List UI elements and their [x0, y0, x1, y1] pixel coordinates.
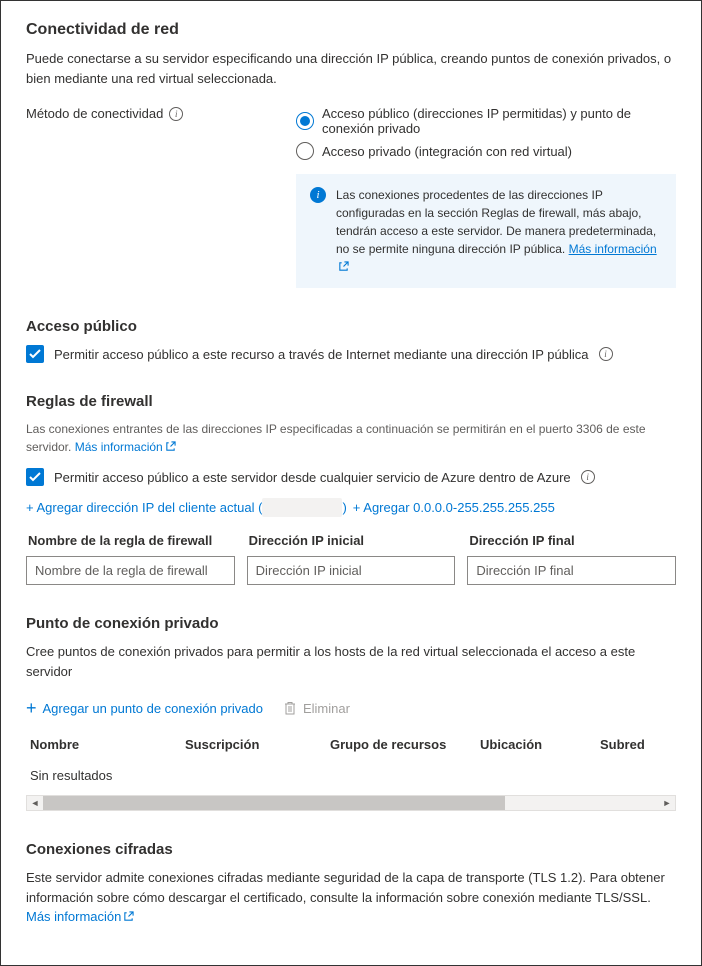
- add-all-ips-link[interactable]: + Agregar 0.0.0.0-255.255.255.255: [353, 500, 555, 515]
- col-subnet: Subred: [600, 737, 672, 752]
- col-name: Nombre: [30, 737, 185, 752]
- check-icon: [29, 348, 41, 360]
- private-endpoint-empty-row: Sin resultados: [26, 760, 676, 791]
- radio-label: Acceso privado (integración con red virt…: [322, 144, 572, 159]
- radio-public-access[interactable]: Acceso público (direcciones IP permitida…: [296, 106, 676, 136]
- scroll-thumb[interactable]: [43, 796, 505, 810]
- encrypted-more-link[interactable]: Más información: [26, 909, 134, 924]
- scroll-track[interactable]: [43, 796, 659, 810]
- horizontal-scrollbar[interactable]: ◄ ►: [26, 795, 676, 811]
- info-icon[interactable]: i: [581, 470, 595, 484]
- add-private-endpoint-button[interactable]: + Agregar un punto de conexión privado: [26, 699, 263, 717]
- scroll-right-arrow[interactable]: ►: [659, 796, 675, 810]
- button-label: Agregar un punto de conexión privado: [43, 701, 263, 716]
- firewall-start-ip-input[interactable]: [247, 556, 456, 585]
- section-title-private-endpoint: Punto de conexión privado: [26, 615, 676, 632]
- radio-icon: [296, 112, 314, 130]
- firewall-description: Las conexiones entrantes de las direccio…: [26, 420, 676, 456]
- info-icon[interactable]: i: [599, 347, 613, 361]
- info-icon: i: [310, 187, 326, 203]
- checkbox-azure-services[interactable]: [26, 468, 44, 486]
- firewall-col-end: Dirección IP final: [467, 533, 676, 548]
- external-link-icon: [123, 908, 134, 919]
- add-client-ip-link[interactable]: + Agregar dirección IP del cliente actua…: [26, 500, 347, 515]
- section-title-firewall: Reglas de firewall: [26, 393, 676, 410]
- firewall-more-link[interactable]: Más información: [75, 440, 176, 454]
- firewall-col-name: Nombre de la regla de firewall: [26, 533, 235, 548]
- private-endpoint-description: Cree puntos de conexión privados para pe…: [26, 642, 676, 681]
- plus-icon: +: [26, 699, 37, 717]
- section-title-public-access: Acceso público: [26, 318, 676, 335]
- trash-icon: [283, 701, 297, 715]
- checkbox-label: Permitir acceso público a este servidor …: [54, 470, 571, 485]
- button-label: Eliminar: [303, 701, 350, 716]
- checkbox-public-access[interactable]: [26, 345, 44, 363]
- connectivity-description: Puede conectarse a su servidor especific…: [26, 49, 676, 88]
- section-title-connectivity: Conectividad de red: [26, 21, 676, 39]
- col-resource-group: Grupo de recursos: [330, 737, 480, 752]
- section-title-encrypted: Conexiones cifradas: [26, 841, 676, 858]
- checkbox-label: Permitir acceso público a este recurso a…: [54, 347, 589, 362]
- firewall-end-ip-input[interactable]: [467, 556, 676, 585]
- firewall-col-start: Dirección IP inicial: [247, 533, 456, 548]
- radio-private-access[interactable]: Acceso privado (integración con red virt…: [296, 142, 676, 160]
- scroll-left-arrow[interactable]: ◄: [27, 796, 43, 810]
- col-subscription: Suscripción: [185, 737, 330, 752]
- col-location: Ubicación: [480, 737, 600, 752]
- radio-icon: [296, 142, 314, 160]
- info-icon[interactable]: i: [169, 107, 183, 121]
- firewall-rule-name-input[interactable]: [26, 556, 235, 585]
- radio-label: Acceso público (direcciones IP permitida…: [322, 106, 676, 136]
- external-link-icon: [165, 439, 176, 450]
- info-banner: i Las conexiones procedentes de las dire…: [296, 174, 676, 288]
- delete-private-endpoint-button: Eliminar: [283, 701, 350, 716]
- external-link-icon: [338, 259, 349, 270]
- connectivity-method-label: Método de conectividad: [26, 106, 163, 121]
- client-ip-redacted: [262, 498, 342, 517]
- private-endpoint-table-header: Nombre Suscripción Grupo de recursos Ubi…: [26, 729, 676, 760]
- encrypted-description: Este servidor admite conexiones cifradas…: [26, 868, 676, 927]
- check-icon: [29, 471, 41, 483]
